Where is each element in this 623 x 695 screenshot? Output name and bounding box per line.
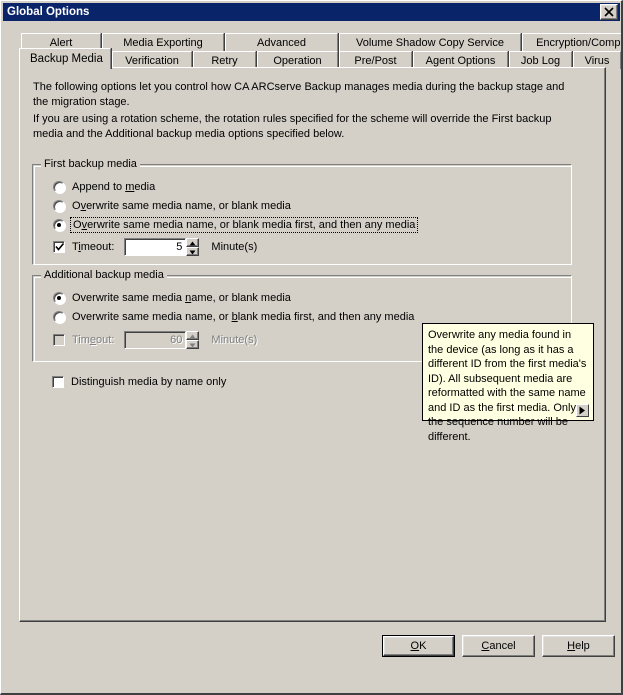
intro-paragraph-2: If you are using a rotation scheme, the … — [33, 113, 552, 140]
first-timeout-label: Timeout: — [72, 241, 115, 253]
additional-timeout-spinner[interactable]: 60 — [124, 331, 200, 349]
tooltip-text: Overwrite any media found in the device … — [428, 329, 587, 443]
radio-indicator — [53, 292, 65, 304]
radio-label: Append to media — [72, 181, 156, 193]
radio-indicator — [53, 311, 65, 323]
radio-label: Overwrite same media name, or blank medi… — [72, 200, 291, 212]
tab-label: Job Log — [520, 55, 561, 67]
additional-timeout-row: Timeout: 60 Minute(s) — [53, 331, 257, 349]
first-timeout-spinner[interactable]: 5 — [124, 238, 200, 256]
tab-label: Verification — [125, 55, 179, 67]
ok-button[interactable]: OK — [382, 635, 455, 657]
first-timeout-row: Timeout: 5 Minute(s) — [53, 238, 257, 256]
tab-label: Volume Shadow Copy Service — [356, 37, 504, 49]
radio-indicator — [53, 219, 65, 231]
tab-label: Retry — [211, 55, 238, 67]
checkbox-distinguish-media-label: Distinguish media by name only — [71, 376, 227, 388]
radio-append-to-media[interactable]: Append to media — [53, 179, 155, 195]
tab-label: Agent Options — [425, 55, 496, 67]
tab-label: Advanced — [257, 37, 306, 49]
radio-overwrite-blank-first-then-any[interactable]: Overwrite same media name, or blank medi… — [53, 217, 419, 233]
tab-row-bottom: Backup Media Verification Retry Operatio… — [19, 48, 621, 69]
radio-additional-overwrite-same-or-blank[interactable]: Overwrite same media name, or blank medi… — [53, 290, 291, 306]
radio-label: Overwrite same media name, or blank medi… — [69, 217, 419, 233]
checkbox-distinguish-media[interactable] — [52, 376, 64, 388]
radio-label: Overwrite same media name, or blank medi… — [72, 311, 415, 323]
group-title: First backup media — [41, 158, 140, 170]
additional-timeout-spin-buttons — [186, 331, 200, 349]
radio-indicator — [53, 200, 65, 212]
tab-label: Media Exporting — [123, 37, 203, 49]
check-glyph — [55, 242, 65, 251]
radio-label: Overwrite same media name, or blank medi… — [72, 292, 291, 304]
cancel-button[interactable]: Cancel — [462, 635, 535, 657]
ok-button-label: OK — [410, 640, 427, 652]
close-glyph — [604, 7, 614, 17]
tab-label: Pre/Post — [354, 55, 397, 67]
first-timeout-unit: Minute(s) — [211, 241, 258, 253]
tab-label: Virus — [584, 55, 610, 67]
play-arrow-icon[interactable] — [576, 404, 589, 417]
checkbox-additional-timeout[interactable] — [53, 334, 65, 346]
radio-overwrite-same-or-blank[interactable]: Overwrite same media name, or blank medi… — [53, 198, 291, 214]
checkbox-first-timeout[interactable] — [53, 241, 65, 253]
intro-paragraph-1: The following options let you control ho… — [33, 81, 565, 108]
additional-timeout-label: Timeout: — [72, 334, 115, 346]
spin-down-icon[interactable] — [186, 340, 200, 349]
tab-label: Encryption/Compression — [536, 37, 623, 49]
tab-backup-media[interactable]: Backup Media — [19, 48, 111, 69]
help-button-label: Help — [567, 640, 590, 652]
additional-timeout-input[interactable]: 60 — [124, 331, 187, 349]
group-first-backup-media: First backup media Append to media Overw… — [32, 158, 572, 265]
spin-up-icon[interactable] — [186, 331, 200, 340]
tab-label: Backup Media — [30, 53, 103, 65]
window-title: Global Options — [7, 6, 90, 18]
first-timeout-input[interactable]: 5 — [124, 238, 187, 256]
group-title: Additional backup media — [41, 269, 167, 281]
radio-additional-overwrite-blank-first-then-any[interactable]: Overwrite same media name, or blank medi… — [53, 309, 414, 325]
tab-label: Operation — [273, 55, 322, 67]
ok-button-inner: OK — [383, 636, 454, 656]
tooltip-popup: Overwrite any media found in the device … — [422, 323, 594, 443]
first-timeout-spin-buttons — [186, 238, 200, 256]
play-arrow-glyph — [579, 406, 585, 415]
checkbox-distinguish-media-row[interactable]: Distinguish media by name only — [52, 374, 226, 390]
spin-up-icon[interactable] — [186, 238, 200, 247]
tab-row-top: Alert Media Exporting Advanced Volume Sh… — [21, 31, 623, 51]
global-options-dialog: Global Options Alert Media Exporting Adv… — [0, 0, 623, 695]
close-icon[interactable] — [600, 4, 618, 20]
spin-down-icon[interactable] — [186, 247, 200, 256]
help-button[interactable]: Help — [542, 635, 615, 657]
additional-timeout-unit: Minute(s) — [211, 334, 258, 346]
title-bar: Global Options — [3, 3, 620, 21]
radio-indicator — [53, 181, 65, 193]
cancel-button-label: Cancel — [481, 640, 516, 652]
